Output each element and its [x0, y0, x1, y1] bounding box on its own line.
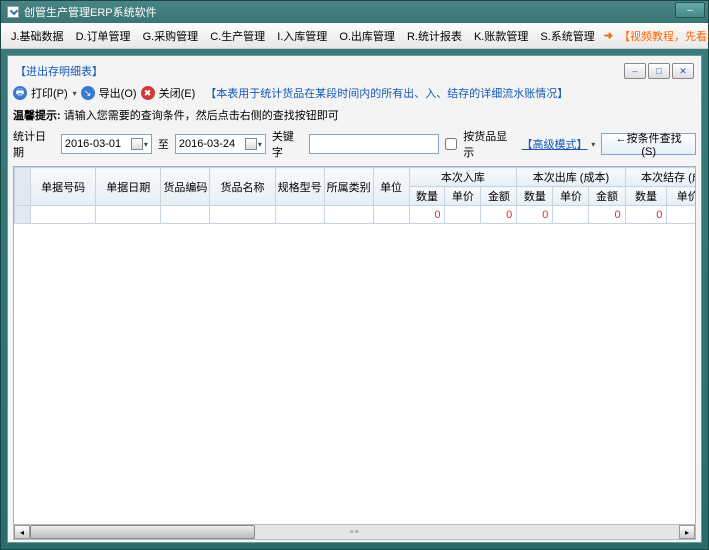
col-out-amt[interactable]: 金额 [589, 187, 625, 206]
date-sep: 至 [158, 136, 169, 152]
col-docdate[interactable]: 单据日期 [96, 168, 161, 206]
arrow-icon: ➜ [604, 29, 613, 42]
date-to-field[interactable]: ▾ [175, 134, 266, 154]
date-to-input[interactable] [179, 138, 245, 150]
panel-maximize-button[interactable]: □ [648, 63, 670, 79]
advanced-mode-link[interactable]: 【高级模式】 [522, 136, 585, 152]
menu-r[interactable]: R.统计报表 [401, 28, 468, 44]
export-icon: ↘ [81, 86, 95, 100]
col-spec[interactable]: 规格型号 [275, 168, 324, 206]
menu-k[interactable]: K.账款管理 [468, 28, 534, 44]
scroll-left-button[interactable]: ◂ [14, 525, 30, 539]
hint-text: 请输入您需要的查询条件，然后点击右侧的查找按钮即可 [64, 110, 339, 122]
video-tutorial-link[interactable]: 【视频教程，先看再用】 [613, 28, 709, 44]
print-dropdown-caret[interactable]: ▾ [73, 89, 77, 98]
toolbar-note: 【本表用于统计货品在某段时间内的所有出、入、结存的详细流水账情况】 [205, 85, 568, 101]
col-in-price[interactable]: 单价 [445, 187, 481, 206]
app-icon [7, 6, 19, 18]
sum-bal-qty: 0 [625, 206, 667, 224]
col-docno[interactable]: 单据号码 [31, 168, 96, 206]
app-title: 创管生产管理ERP系统软件 [24, 4, 157, 20]
sum-in-qty: 0 [409, 206, 445, 224]
close-button[interactable]: 关闭(E) [159, 85, 196, 101]
summary-row: 0 0 0 0 0 [15, 206, 697, 224]
date-from-input[interactable] [65, 138, 131, 150]
col-out-price[interactable]: 单价 [553, 187, 589, 206]
menu-s[interactable]: S.系统管理 [534, 28, 600, 44]
search-button[interactable]: ←按条件查找(S) [601, 133, 696, 155]
scroll-track[interactable]: ≡≡ [30, 525, 679, 539]
by-goods-label: 按货品显示 [463, 128, 515, 160]
by-goods-checkbox[interactable] [445, 138, 457, 150]
group-bal[interactable]: 本次结存 (成本) [625, 168, 696, 187]
print-button[interactable]: 打印(P) [31, 85, 68, 101]
adv-caret[interactable]: ▾ [591, 140, 595, 149]
scroll-thumb[interactable] [30, 525, 255, 539]
col-in-amt[interactable]: 金额 [481, 187, 517, 206]
horizontal-scrollbar[interactable]: ◂ ≡≡ ▸ [13, 524, 696, 540]
print-icon: 🖶 [13, 86, 27, 100]
calendar-icon[interactable] [245, 138, 257, 150]
sum-out-qty: 0 [517, 206, 553, 224]
menu-j[interactable]: J.基础数据 [5, 28, 70, 44]
group-out[interactable]: 本次出库 (成本) [517, 168, 625, 187]
keyword-label: 关键字 [272, 128, 303, 160]
menu-i[interactable]: I.入库管理 [271, 28, 333, 44]
date-label: 统计日期 [13, 128, 55, 160]
data-grid: 单据号码 单据日期 货品编码 货品名称 规格型号 所属类别 单位 本次入库 本次… [13, 166, 696, 536]
search-button-label: ←按条件查找(S) [610, 130, 687, 158]
row-selector[interactable] [15, 206, 31, 224]
scroll-grip-icon: ≡≡ [340, 525, 370, 539]
filter-bar: 统计日期 ▾ 至 ▾ 关键字 按货品显示 [13, 125, 696, 166]
date-to-caret[interactable]: ▾ [258, 140, 262, 149]
panel-minimize-button[interactable]: – [624, 63, 646, 79]
main-minimize-button[interactable]: – [675, 2, 705, 18]
col-out-qty[interactable]: 数量 [517, 187, 553, 206]
menu-o[interactable]: O.出库管理 [333, 28, 401, 44]
col-bal-qty[interactable]: 数量 [625, 187, 667, 206]
scroll-right-button[interactable]: ▸ [679, 525, 695, 539]
menu-g[interactable]: G.采购管理 [137, 28, 205, 44]
sum-in-amt: 0 [481, 206, 517, 224]
date-from-field[interactable]: ▾ [61, 134, 152, 154]
col-bal-price[interactable]: 单价 [667, 187, 696, 206]
calendar-icon[interactable] [131, 138, 143, 150]
close-icon: ✖ [141, 86, 155, 100]
menu-c[interactable]: C.生产管理 [204, 28, 271, 44]
sum-out-amt: 0 [589, 206, 625, 224]
main-menubar: J.基础数据 D.订单管理 G.采购管理 C.生产管理 I.入库管理 O.出库管… [1, 23, 708, 49]
row-selector-header [15, 168, 31, 206]
panel-title: 【进出存明细表】 [15, 63, 103, 79]
col-unit[interactable]: 单位 [373, 168, 409, 206]
col-itemcode[interactable]: 货品编码 [161, 168, 210, 206]
group-in[interactable]: 本次入库 [409, 168, 517, 187]
export-button[interactable]: 导出(O) [99, 85, 137, 101]
hint-label: 温馨提示: [13, 110, 61, 122]
app-titlebar: 创管生产管理ERP系统软件 – [1, 1, 708, 23]
hint-row: 温馨提示: 请输入您需要的查询条件，然后点击右侧的查找按钮即可 [13, 105, 696, 125]
toolbar: 🖶 打印(P) ▾ ↘ 导出(O) ✖ 关闭(E) 【本表用于统计货品在某段时间… [13, 83, 696, 105]
date-from-caret[interactable]: ▾ [144, 140, 148, 149]
col-category[interactable]: 所属类别 [324, 168, 373, 206]
menu-d[interactable]: D.订单管理 [70, 28, 137, 44]
panel-close-button[interactable]: ✕ [672, 63, 694, 79]
keyword-input[interactable] [309, 134, 439, 154]
col-in-qty[interactable]: 数量 [409, 187, 445, 206]
col-itemname[interactable]: 货品名称 [210, 168, 275, 206]
report-panel: 【进出存明细表】 – □ ✕ 🖶 打印(P) ▾ ↘ 导出(O) ✖ 关闭(E)… [7, 55, 702, 543]
